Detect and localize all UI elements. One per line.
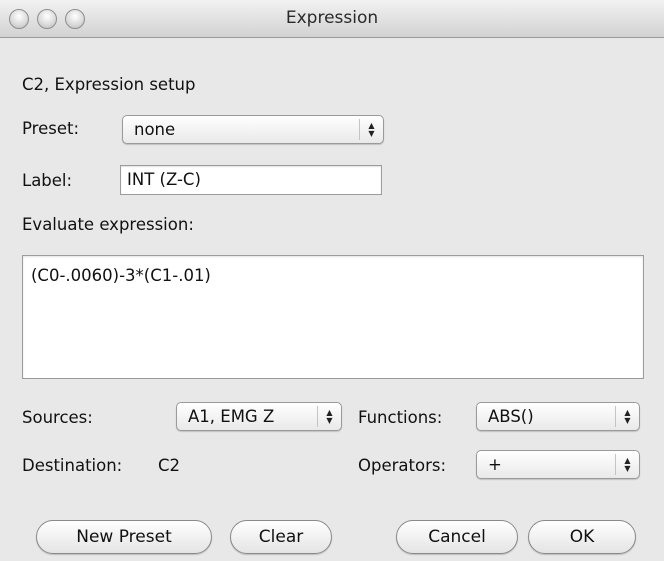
label-input[interactable]: INT (Z-C) bbox=[120, 165, 382, 195]
operators-label: Operators: bbox=[358, 456, 447, 475]
expression-dialog: Expression C2, Expression setup Preset: … bbox=[0, 0, 664, 561]
updown-arrows-icon: ▲ ▼ bbox=[317, 406, 341, 427]
cancel-button[interactable]: Cancel bbox=[396, 520, 518, 554]
destination-value: C2 bbox=[158, 456, 181, 475]
setup-heading: C2, Expression setup bbox=[22, 75, 196, 94]
title-bar: Expression bbox=[0, 0, 664, 38]
preset-label: Preset: bbox=[22, 119, 80, 138]
new-preset-button[interactable]: New Preset bbox=[36, 520, 212, 554]
evaluate-expression-label: Evaluate expression: bbox=[22, 215, 194, 234]
ok-button[interactable]: OK bbox=[528, 520, 636, 554]
updown-arrows-icon: ▲ ▼ bbox=[615, 406, 639, 427]
operators-select[interactable]: + ▲ ▼ bbox=[476, 450, 640, 479]
sources-value: A1, EMG Z bbox=[188, 407, 275, 426]
expression-textarea[interactable]: (C0-.0060)-3*(C1-.01) bbox=[22, 255, 644, 379]
destination-label: Destination: bbox=[22, 456, 123, 475]
sources-label: Sources: bbox=[22, 408, 93, 427]
clear-button[interactable]: Clear bbox=[230, 520, 332, 554]
functions-select[interactable]: ABS() ▲ ▼ bbox=[476, 402, 640, 431]
functions-label: Functions: bbox=[358, 408, 443, 427]
updown-arrows-icon: ▲ ▼ bbox=[359, 119, 383, 140]
sources-select[interactable]: A1, EMG Z ▲ ▼ bbox=[176, 402, 342, 431]
functions-value: ABS() bbox=[488, 407, 534, 426]
window-title: Expression bbox=[285, 8, 379, 28]
preset-select[interactable]: none ▲ ▼ bbox=[122, 115, 384, 144]
preset-value: none bbox=[134, 120, 176, 139]
label-field-label: Label: bbox=[22, 171, 73, 190]
updown-arrows-icon: ▲ ▼ bbox=[615, 454, 639, 475]
operators-value: + bbox=[488, 455, 502, 474]
